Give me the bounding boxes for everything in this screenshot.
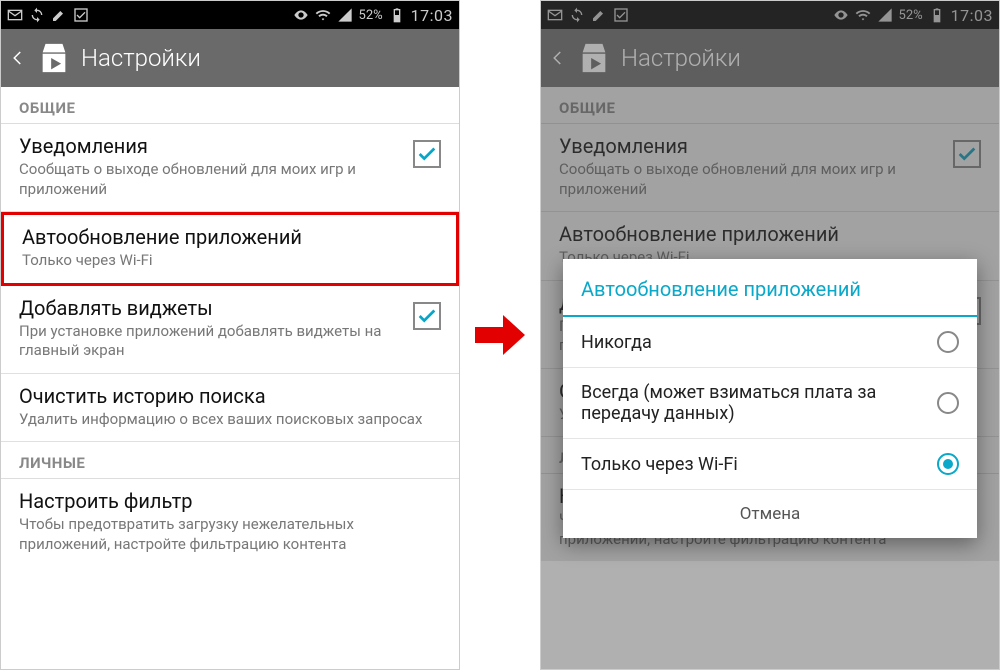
setting-filter[interactable]: Настроить фильтр Чтобы предотвратить заг…	[1, 479, 459, 566]
radio-unchecked[interactable]	[937, 392, 959, 414]
play-store-icon	[577, 41, 611, 75]
clock: 17:03	[411, 6, 453, 25]
setting-notifications: Уведомления Сообщать о выходе обновлений…	[541, 124, 999, 212]
dialog-option-always[interactable]: Всегда (может взиматься плата за передач…	[563, 368, 977, 439]
dialog-cancel-button[interactable]: Отмена	[563, 490, 977, 538]
mail-icon	[547, 7, 563, 23]
section-general: ОБЩИЕ	[1, 87, 459, 124]
mail-icon	[7, 7, 23, 23]
play-store-icon	[37, 41, 71, 75]
setting-clear-history[interactable]: Очистить историю поиска Удалить информац…	[1, 374, 459, 443]
battery-percent: 52%	[899, 8, 923, 23]
eye-icon	[833, 7, 849, 23]
setting-autoupdate[interactable]: Автообновление приложений Только через W…	[1, 212, 459, 286]
setting-subtitle: Сообщать о выходе обновлений для моих иг…	[19, 160, 401, 199]
settings-list: ОБЩИЕ Уведомления Сообщать о выходе обно…	[1, 87, 459, 566]
option-label: Никогда	[581, 332, 652, 353]
setting-title: Автообновление приложений	[559, 222, 839, 246]
dialog-option-never[interactable]: Никогда	[563, 317, 977, 368]
back-icon[interactable]	[549, 44, 567, 72]
checkbox-checked	[953, 140, 981, 168]
page-title: Настройки	[81, 44, 201, 72]
setting-subtitle: Чтобы предотвратить загрузку нежелательн…	[19, 515, 441, 554]
wifi-icon	[855, 7, 871, 23]
setting-subtitle: При установке приложений добавлять видже…	[19, 322, 401, 361]
autoupdate-dialog: Автообновление приложений Никогда Всегда…	[563, 259, 977, 538]
transition-arrow	[460, 0, 540, 670]
action-bar: Настройки	[1, 29, 459, 87]
radio-unchecked[interactable]	[937, 331, 959, 353]
status-bar: 52% 17:03	[541, 1, 999, 29]
wifi-icon	[315, 7, 331, 23]
checkbox-checked[interactable]	[413, 140, 441, 168]
edit-icon	[51, 7, 67, 23]
setting-subtitle: Только через Wi-Fi	[22, 251, 302, 271]
setting-title: Уведомления	[19, 134, 401, 158]
battery-percent: 52%	[359, 8, 383, 23]
arrow-right-icon	[470, 305, 530, 365]
setting-title: Автообновление приложений	[22, 225, 302, 249]
battery-icon	[389, 7, 405, 23]
section-general: ОБЩИЕ	[541, 87, 999, 124]
setting-notifications[interactable]: Уведомления Сообщать о выходе обновлений…	[1, 124, 459, 212]
page-title: Настройки	[621, 44, 741, 72]
sync-icon	[29, 7, 45, 23]
status-bar: 52% 17:03	[1, 1, 459, 29]
action-bar: Настройки	[541, 29, 999, 87]
dialog-option-wifi[interactable]: Только через Wi-Fi	[563, 439, 977, 490]
setting-subtitle: Сообщать о выходе обновлений для моих иг…	[559, 160, 941, 199]
setting-title: Очистить историю поиска	[19, 384, 422, 408]
checkbox-icon	[73, 7, 89, 23]
checkbox-icon	[613, 7, 629, 23]
edit-icon	[591, 7, 607, 23]
setting-subtitle: Удалить информацию о всех ваших поисковы…	[19, 410, 422, 430]
option-label: Всегда (может взиматься плата за передач…	[581, 382, 925, 424]
dialog-title: Автообновление приложений	[563, 259, 977, 317]
phone-screen-left: 52% 17:03 Настройки ОБЩИЕ Уведомления Со…	[0, 0, 460, 670]
back-icon[interactable]	[9, 44, 27, 72]
phone-screen-right: 52% 17:03 Настройки ОБЩИЕ Уведомления Со…	[540, 0, 1000, 670]
setting-title: Добавлять виджеты	[19, 296, 401, 320]
section-personal: ЛИЧНЫЕ	[1, 442, 459, 479]
setting-widgets[interactable]: Добавлять виджеты При установке приложен…	[1, 286, 459, 374]
setting-title: Настроить фильтр	[19, 489, 441, 513]
clock: 17:03	[951, 6, 993, 25]
checkbox-checked[interactable]	[413, 302, 441, 330]
setting-title: Уведомления	[559, 134, 941, 158]
option-label: Только через Wi-Fi	[581, 454, 738, 475]
radio-checked[interactable]	[937, 453, 959, 475]
eye-icon	[293, 7, 309, 23]
sync-icon	[569, 7, 585, 23]
battery-icon	[929, 7, 945, 23]
signal-icon	[877, 7, 893, 23]
signal-icon	[337, 7, 353, 23]
